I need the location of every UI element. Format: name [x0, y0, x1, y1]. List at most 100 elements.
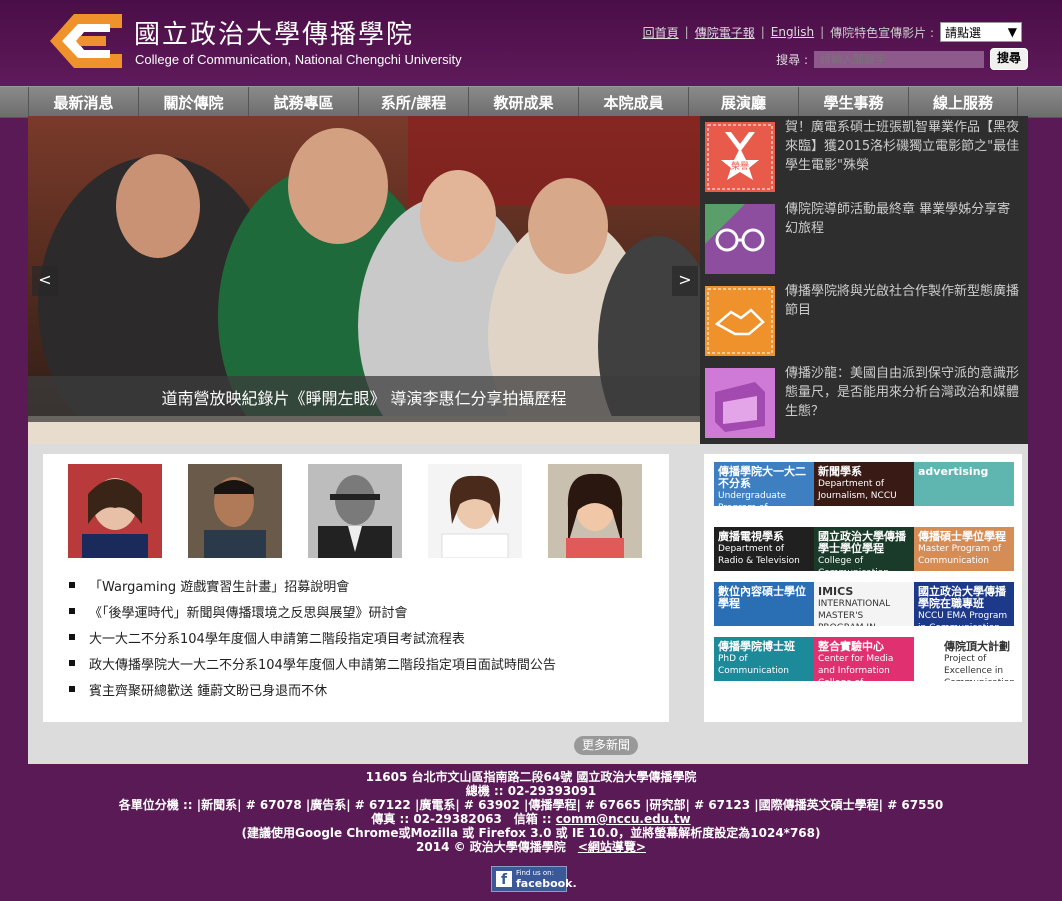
footer-phone: 總機 :: 02-29393091: [465, 784, 597, 798]
avatar[interactable]: [548, 464, 642, 558]
banner-excellence-project[interactable]: 傳院頂大計劃Project of Excellence in Communica…: [914, 637, 1014, 681]
nav-members[interactable]: 本院成員: [578, 87, 688, 117]
list-item[interactable]: 政大傳播學院大一大二不分系104學年度個人申請第二階段指定項目面試時間公告: [69, 654, 556, 680]
avatar[interactable]: [308, 464, 402, 558]
program-banners: 傳播學院大一大二不分系Undergraduate Program of Comm…: [704, 454, 1022, 722]
banner-subtitle: NCCU EMA Program in Communication: [918, 611, 1008, 626]
footer-address: 11605 台北市文山區指南路二段64號 國立政治大學傳播學院: [365, 770, 697, 784]
banner-subtitle: Department of Radio & Television: [718, 544, 800, 566]
banner-subtitle: INTERNATIONAL MASTER'S PROGRAM IN INTERN…: [818, 599, 891, 626]
banner-digital-content[interactable]: 數位內容碩士學位學程: [714, 582, 814, 626]
handshake-icon: [705, 286, 775, 356]
banner-title: 新聞學系: [818, 465, 862, 478]
news-panel: 「Wargaming 遊戲實習生計畫」招募說明會 《「後學運時代」新聞與傳播環境…: [43, 454, 669, 722]
site-title-chinese[interactable]: 國立政治大學傳播學院: [134, 14, 414, 51]
separator: |: [760, 25, 765, 39]
banner-imics[interactable]: IMICSINTERNATIONAL MASTER'S PROGRAM IN I…: [814, 582, 914, 626]
banner-ccudp[interactable]: 國立政治大學傳播學士學位學程College of Communication U…: [814, 527, 914, 571]
top-links: 回首頁 | 傳院電子報 | English | 傳院特色宣傳影片 : 請點選 ▼: [643, 22, 1022, 42]
banner-phd[interactable]: 傳播學院博士班 PhD of Communication: [714, 637, 814, 681]
banner-title: IMICS: [818, 585, 854, 598]
list-item[interactable]: 《「後學運時代」新聞與傳播環境之反思與展望》研討會: [69, 602, 556, 628]
featured-news-item[interactable]: 傳院院導師活動最終章 畢業學姊分享寄幻旅程: [705, 200, 1023, 274]
video-select-value: 請點選: [945, 25, 982, 40]
banner-media-lab[interactable]: 整合實驗中心Center for Media and Information C…: [814, 637, 914, 681]
list-item[interactable]: 賓主齊聚研總歡送 鍾蔚文盼已身退而不休: [69, 680, 556, 706]
featured-news-title[interactable]: 傳院院導師活動最終章 畢業學姊分享寄幻旅程: [785, 200, 1023, 238]
banner-title: 整合實驗中心: [818, 640, 884, 653]
footer-copyright: 2014 © 政治大學傳播學院: [416, 840, 578, 854]
search-bar: 搜尋 : 搜尋: [776, 48, 1028, 70]
site-footer: 11605 台北市文山區指南路二段64號 國立政治大學傳播學院 總機 :: 02…: [0, 770, 1062, 854]
nav-research[interactable]: 教研成果: [468, 87, 578, 117]
nav-departments[interactable]: 系所/課程: [358, 87, 468, 117]
email-link[interactable]: comm@nccu.edu.tw: [556, 812, 691, 826]
english-link[interactable]: English: [771, 25, 814, 39]
video-select[interactable]: 請點選 ▼: [940, 22, 1022, 42]
featured-news-item[interactable]: 傳播沙龍：美國自由派到保守派的意識形態量尺，是否能用來分析台灣政治和媒體生態？: [705, 364, 1023, 438]
slider-prev-button[interactable]: <: [32, 266, 58, 296]
list-item[interactable]: 大一大二不分系104學年度個人申請第二階段指定項目考試流程表: [69, 628, 556, 654]
banner-subtitle: Center for Media and Information College…: [818, 654, 894, 681]
newsletter-link[interactable]: 傳院電子報: [695, 24, 755, 41]
featured-news-title[interactable]: 賀！廣電系碩士班張凱智畢業作品【黑夜來臨】獲2015洛杉磯獨立電影節之"最佳學生…: [785, 118, 1023, 175]
slider-next-button[interactable]: >: [672, 266, 698, 296]
banner-title: 數位內容碩士學位學程: [718, 585, 806, 610]
banner-title: 傳播學院大一大二不分系: [718, 465, 806, 490]
nav-online-services[interactable]: 線上服務: [908, 87, 1018, 117]
more-news-button[interactable]: 更多新聞: [574, 736, 639, 755]
sitemap-link[interactable]: <網站導覽>: [578, 840, 646, 854]
banner-master-program[interactable]: 傳播碩士學位學程 Master Program of Communication: [914, 527, 1014, 571]
hero-caption[interactable]: 道南營放映紀錄片《睜開左眼》 導演李惠仁分享拍攝歷程: [28, 376, 700, 422]
chevron-down-icon: ▼: [1007, 25, 1017, 39]
facebook-badge[interactable]: f Find us on: facebook.: [491, 866, 577, 892]
banner-advertising[interactable]: advertising: [914, 462, 1014, 506]
banner-title: 國立政治大學傳播學士學位學程: [818, 530, 906, 555]
search-input[interactable]: [813, 50, 984, 68]
banner-subtitle: Master Program of Communication: [918, 544, 1002, 566]
list-item[interactable]: 「Wargaming 遊戲實習生計畫」招募說明會: [69, 576, 556, 602]
main-nav: 最新消息 關於傳院 試務專區 系所/課程 教研成果 本院成員 展演廳 學生事務 …: [0, 86, 1062, 118]
banner-undergrad-program[interactable]: 傳播學院大一大二不分系Undergraduate Program of Comm…: [714, 462, 814, 506]
avatar[interactable]: [68, 464, 162, 558]
banner-title: 傳院頂大計劃: [944, 640, 1010, 653]
hero-slider[interactable]: < > 道南營放映紀錄片《睜開左眼》 導演李惠仁分享拍攝歷程: [28, 116, 700, 444]
nav-student-affairs[interactable]: 學生事務: [798, 87, 908, 117]
banner-ema[interactable]: 國立政治大學傳播學院在職專班NCCU EMA Program in Commun…: [914, 582, 1014, 626]
banner-title: 國立政治大學傳播學院在職專班: [918, 585, 1006, 610]
banner-title: 廣播電視學系: [718, 530, 784, 543]
footer-extensions: 各單位分機 :: |新聞系| # 67078 |廣告系| # 67122 |廣電…: [118, 798, 944, 812]
featured-news-title[interactable]: 傳播沙龍：美國自由派到保守派的意識形態量尺，是否能用來分析台灣政治和媒體生態？: [785, 364, 1023, 421]
footer-fax: 傳真 :: 02-29382063 信箱 ::: [371, 812, 556, 826]
banner-title: 傳播學院博士班: [718, 640, 795, 653]
featured-news-item[interactable]: 榮譽 賀！廣電系碩士班張凱智畢業作品【黑夜來臨】獲2015洛杉磯獨立電影節之"最…: [705, 118, 1023, 192]
featured-news-list: 榮譽 賀！廣電系碩士班張凱智畢業作品【黑夜來臨】獲2015洛杉磯獨立電影節之"最…: [700, 116, 1028, 444]
site-title-english[interactable]: College of Communication, National Cheng…: [135, 52, 462, 67]
footer-copyright-line: 2014 © 政治大學傳播學院 <網站導覽>: [0, 840, 1062, 854]
banner-subtitle: Undergraduate Program of Communication: [718, 491, 787, 506]
featured-news-item[interactable]: 傳播學院將與光啟社合作製作新型態廣播節目: [705, 282, 1023, 356]
news-list: 「Wargaming 遊戲實習生計畫」招募說明會 《「後學運時代」新聞與傳播環境…: [69, 576, 556, 706]
college-logo-icon[interactable]: [50, 14, 122, 68]
banner-journalism[interactable]: 新聞學系 Department of Journalism, NCCU: [814, 462, 914, 506]
nav-latest-news[interactable]: 最新消息: [28, 87, 138, 117]
banner-title: 傳播碩士學位學程: [918, 530, 1006, 543]
content-area: 「Wargaming 遊戲實習生計畫」招募說明會 《「後學運時代」新聞與傳播環境…: [28, 444, 1028, 764]
banner-subtitle: College of Communication Undergraduate D…: [818, 556, 889, 571]
site-header: 國立政治大學傳播學院 College of Communication, Nat…: [0, 0, 1062, 86]
avatar[interactable]: [188, 464, 282, 558]
nav-exams[interactable]: 試務專區: [248, 87, 358, 117]
separator: |: [684, 25, 689, 39]
home-link[interactable]: 回首頁: [643, 24, 679, 41]
nav-about[interactable]: 關於傳院: [138, 87, 248, 117]
nav-gallery[interactable]: 展演廳: [688, 87, 798, 117]
search-button[interactable]: 搜尋: [989, 48, 1028, 70]
armchair-icon: [705, 368, 775, 438]
banner-radio-tv[interactable]: 廣播電視學系 Department of Radio & Television: [714, 527, 814, 571]
featured-news-title[interactable]: 傳播學院將與光啟社合作製作新型態廣播節目: [785, 282, 1023, 320]
banner-subtitle: Project of Excellence in Communication: [944, 654, 1014, 681]
facebook-icon: f: [496, 871, 512, 888]
search-label: 搜尋 :: [776, 52, 808, 67]
avatar[interactable]: [428, 464, 522, 558]
separator: |: [820, 25, 825, 39]
